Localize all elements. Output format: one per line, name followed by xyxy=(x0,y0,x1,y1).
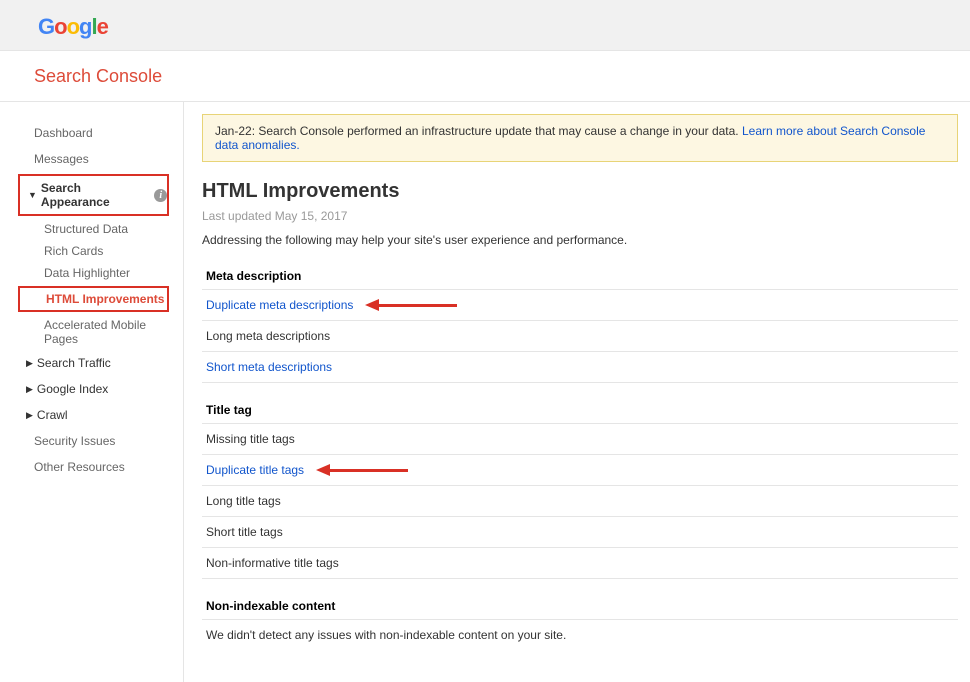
table-row: Short title tags xyxy=(202,517,958,548)
notice-banner: Jan-22: Search Console performed an infr… xyxy=(202,114,958,162)
nav-dashboard[interactable]: Dashboard xyxy=(0,120,183,146)
group-nonindex-header: Non-indexable content xyxy=(202,593,958,620)
nav-search-appearance[interactable]: ▼ Search Appearance i xyxy=(20,176,167,214)
app-subheader: Search Console xyxy=(0,51,970,102)
table-row: Long title tags xyxy=(202,486,958,517)
last-updated: Last updated May 15, 2017 xyxy=(202,209,958,223)
notice-text: Jan-22: Search Console performed an infr… xyxy=(215,124,742,138)
highlight-box-search-appearance: ▼ Search Appearance i xyxy=(18,174,169,216)
row-label: Long title tags xyxy=(206,494,281,508)
nav-data-highlighter[interactable]: Data Highlighter xyxy=(0,262,183,284)
table-row[interactable]: Short meta descriptions xyxy=(202,352,958,383)
nonindex-text: We didn't detect any issues with non-ind… xyxy=(202,620,958,662)
console-title[interactable]: Search Console xyxy=(34,66,162,86)
highlight-box-html-improvements: HTML Improvements xyxy=(18,286,169,312)
info-icon[interactable]: i xyxy=(154,189,167,202)
nav-google-index[interactable]: ▶Google Index xyxy=(0,376,183,402)
nav-amp[interactable]: Accelerated Mobile Pages xyxy=(0,314,183,350)
annotation-arrow-icon xyxy=(316,464,408,476)
nav-rich-cards[interactable]: Rich Cards xyxy=(0,240,183,262)
row-label: Non-informative title tags xyxy=(206,556,339,570)
annotation-arrow-icon xyxy=(365,299,457,311)
table-row: Missing title tags xyxy=(202,424,958,455)
caret-right-icon: ▶ xyxy=(26,358,33,369)
nav-crawl[interactable]: ▶Crawl xyxy=(0,402,183,428)
nav-html-improvements[interactable]: HTML Improvements xyxy=(20,288,167,310)
table-row[interactable]: Duplicate meta descriptions xyxy=(202,290,958,321)
row-label: Long meta descriptions xyxy=(206,329,330,343)
caret-right-icon: ▶ xyxy=(26,410,33,421)
row-label: Short meta descriptions xyxy=(206,360,332,374)
row-label: Duplicate meta descriptions xyxy=(206,298,353,312)
nav-security-issues[interactable]: Security Issues xyxy=(0,428,183,454)
nav-structured-data[interactable]: Structured Data xyxy=(0,218,183,240)
caret-right-icon: ▶ xyxy=(26,384,33,395)
row-label: Short title tags xyxy=(206,525,283,539)
page-title: HTML Improvements xyxy=(202,180,958,203)
table-row[interactable]: Duplicate title tags xyxy=(202,455,958,486)
row-label: Duplicate title tags xyxy=(206,463,304,477)
nav-messages[interactable]: Messages xyxy=(0,146,183,172)
page-description: Addressing the following may help your s… xyxy=(202,233,958,247)
table-row: Long meta descriptions xyxy=(202,321,958,352)
group-title-header: Title tag xyxy=(202,397,958,424)
caret-down-icon: ▼ xyxy=(28,190,37,200)
google-logo: Google xyxy=(38,14,108,39)
nav-other-resources[interactable]: Other Resources xyxy=(0,454,183,480)
group-meta-header: Meta description xyxy=(202,263,958,290)
row-label: Missing title tags xyxy=(206,432,295,446)
sidebar: Dashboard Messages ▼ Search Appearance i… xyxy=(0,102,184,682)
main-content: Jan-22: Search Console performed an infr… xyxy=(184,102,970,682)
nav-search-traffic[interactable]: ▶Search Traffic xyxy=(0,350,183,376)
table-row: Non-informative title tags xyxy=(202,548,958,579)
global-header: Google xyxy=(0,0,970,51)
